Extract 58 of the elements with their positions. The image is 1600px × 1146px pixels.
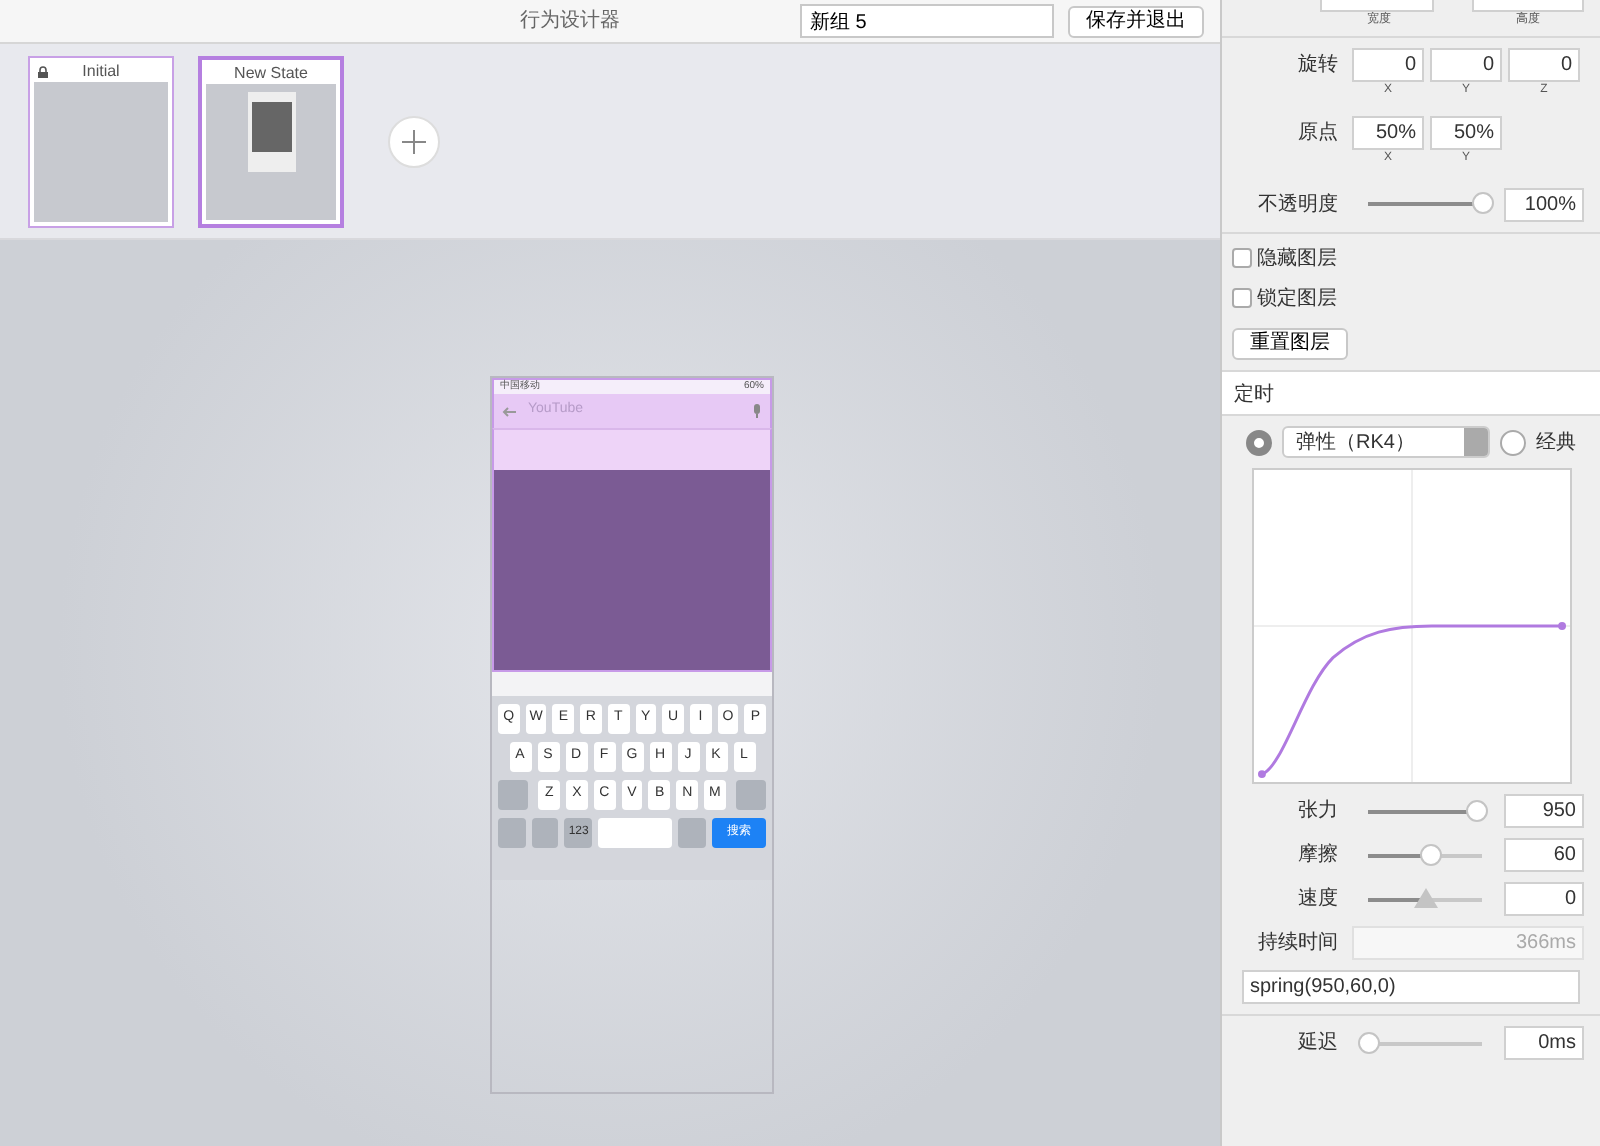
- width-field[interactable]: [1320, 0, 1434, 12]
- select-text: 弹性（RK4）: [1296, 429, 1415, 457]
- plus-icon: [400, 127, 428, 155]
- slider-thumb[interactable]: [1420, 843, 1443, 865]
- height-field[interactable]: [1471, 0, 1584, 12]
- parameter-label: 张力: [1296, 797, 1340, 826]
- opacity-field[interactable]: 100%: [1504, 187, 1584, 221]
- slider-thumb[interactable]: [1358, 1031, 1380, 1053]
- expression-field[interactable]: spring(950,60,0): [1242, 970, 1580, 1004]
- shift-key[interactable]: [498, 780, 528, 810]
- radio-button[interactable]: [1500, 429, 1526, 455]
- checkbox-label: 隐藏图层: [1257, 245, 1337, 273]
- radio-label: 经典: [1536, 429, 1576, 457]
- parameter-label: 持续时间: [1256, 929, 1340, 958]
- slider-thumb[interactable]: [1466, 799, 1489, 821]
- add-state-button[interactable]: [388, 115, 440, 167]
- symbol-key[interactable]: [498, 818, 526, 848]
- microphone-icon[interactable]: [752, 404, 762, 418]
- checkbox-label: 锁定图层: [1257, 285, 1337, 313]
- parameter-field[interactable]: 950: [1504, 794, 1584, 828]
- rotation-field[interactable]: 0: [1430, 47, 1502, 81]
- state-preview: [34, 81, 168, 221]
- state-card[interactable]: New State: [198, 55, 344, 227]
- delay-label: 延迟: [1296, 1030, 1340, 1058]
- window-title: 行为设计器: [518, 7, 622, 36]
- opacity-label: 不透明度: [1256, 191, 1340, 219]
- delay-field[interactable]: 0ms: [1504, 1026, 1584, 1060]
- back-arrow-icon[interactable]: [502, 405, 516, 417]
- space-key[interactable]: [598, 818, 672, 848]
- history-row[interactable]: [492, 428, 772, 470]
- mic-key[interactable]: [531, 818, 559, 848]
- state-card[interactable]: Initial: [28, 55, 174, 227]
- origin-field[interactable]: 50%: [1430, 115, 1502, 149]
- origin-field[interactable]: 50%: [1352, 115, 1424, 149]
- parameter-label: 速度: [1296, 885, 1340, 914]
- delete-key[interactable]: [736, 780, 767, 810]
- checkbox[interactable]: [1232, 248, 1252, 268]
- emoji-key[interactable]: [677, 818, 706, 848]
- duration-field: 366ms: [1352, 926, 1584, 960]
- reset-layer-button[interactable]: 重置图层: [1232, 328, 1348, 360]
- parameter-field[interactable]: 60: [1504, 838, 1584, 872]
- rotation-label: 旋转: [1296, 51, 1340, 79]
- section-title: 定时: [1222, 372, 1600, 416]
- checkbox[interactable]: [1232, 288, 1252, 308]
- slider-thumb[interactable]: [1472, 192, 1494, 214]
- rotation-field[interactable]: 0: [1508, 47, 1580, 81]
- save-exit-button[interactable]: 保存并退出: [1068, 5, 1204, 37]
- parameter-label: 摩擦: [1296, 841, 1340, 870]
- radio-button[interactable]: [1246, 429, 1272, 455]
- origin-label: 原点: [1296, 119, 1340, 147]
- rotation-field[interactable]: 0: [1352, 47, 1424, 81]
- group-name-field[interactable]: 新组 5: [800, 4, 1054, 38]
- state-label: New State: [234, 61, 308, 85]
- state-label: Initial: [82, 59, 120, 83]
- state-preview: [206, 83, 336, 219]
- stepper-icon[interactable]: [1464, 428, 1488, 456]
- curve-select[interactable]: 弹性（RK4）: [1282, 426, 1490, 458]
- parameter-field[interactable]: 0: [1504, 882, 1584, 916]
